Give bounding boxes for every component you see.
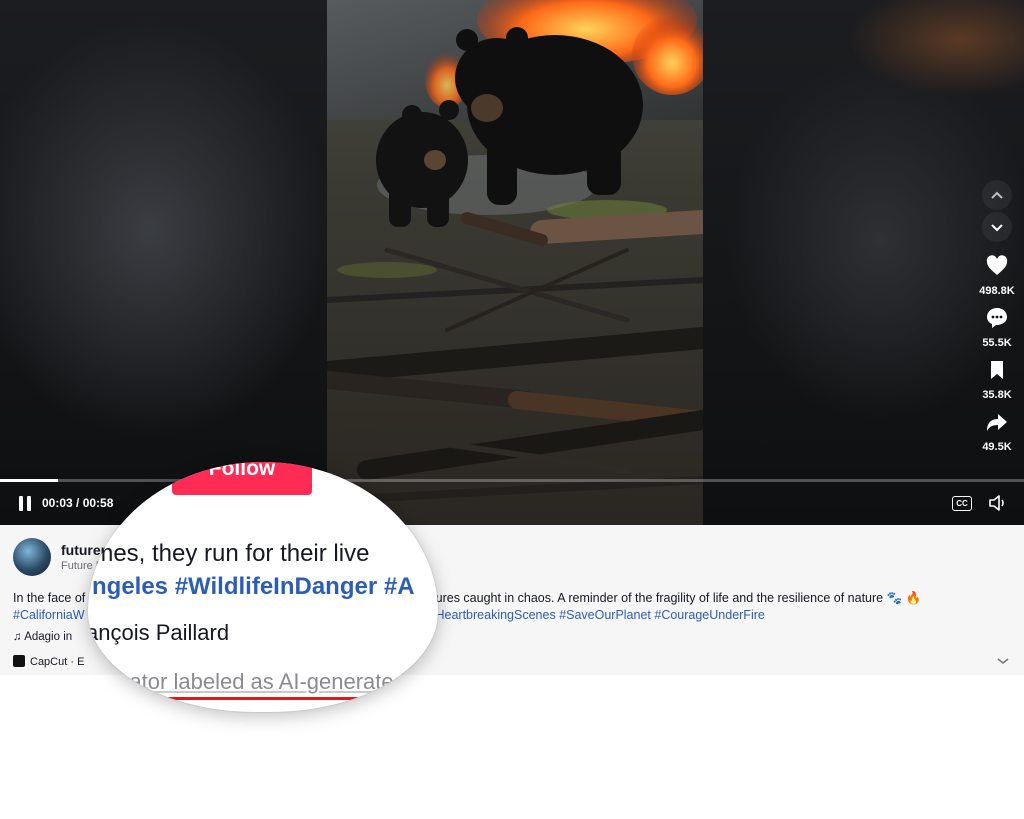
avatar[interactable] <box>13 538 51 576</box>
capcut-link[interactable]: CapCut · E <box>13 655 84 668</box>
volume-button[interactable] <box>988 494 1008 512</box>
like-count: 498.8K <box>979 285 1015 297</box>
zoomed-caption: imes, they run for their live <box>88 540 370 567</box>
zoomed-hashtags[interactable]: ngeles #WildlifeInDanger #A <box>92 573 415 601</box>
video-frame[interactable] <box>327 0 703 525</box>
description-start: In the face of <box>13 591 86 605</box>
bookmark-icon <box>991 361 1003 379</box>
music-note-icon: ♫ <box>13 631 22 643</box>
progress-bar[interactable] <box>0 479 1024 482</box>
comment-button[interactable]: 55.5K <box>972 306 1022 349</box>
hashtag-links[interactable]: #HeartbreakingScenes #SaveOurPlanet #Cou… <box>429 608 765 622</box>
like-button[interactable]: 498.8K <box>972 254 1022 297</box>
music-link[interactable]: ♫ Adagio in <box>13 631 72 643</box>
video-scene <box>327 0 703 525</box>
capcut-label: CapCut · E <box>30 656 85 668</box>
hashtag-link[interactable]: #CaliforniaW <box>13 608 85 622</box>
ai-generated-label[interactable]: Creator labeled as AI-generated <box>94 669 406 695</box>
comment-icon <box>987 308 1007 328</box>
description-end: eatures caught in chaos. A reminder of t… <box>418 591 922 605</box>
volume-icon <box>989 495 1004 511</box>
video-player[interactable]: 498.8K 55.5K 35.8K 49.5K 00:03 / 00:58 C… <box>0 0 1024 525</box>
music-title: Adagio in <box>24 631 73 643</box>
chevron-up-icon <box>991 191 1003 199</box>
expand-chevron-icon[interactable] <box>996 656 1010 666</box>
comment-count: 55.5K <box>982 337 1012 349</box>
save-button[interactable]: 35.8K <box>972 358 1022 401</box>
progress-fill <box>0 479 59 482</box>
previous-video-button[interactable] <box>982 180 1012 210</box>
pause-button[interactable] <box>16 494 36 514</box>
save-count: 35.8K <box>982 389 1012 401</box>
pause-icon <box>19 496 23 511</box>
next-video-button[interactable] <box>982 212 1012 242</box>
heart-icon <box>986 255 1008 275</box>
captions-button[interactable]: CC <box>952 496 972 511</box>
highlight-underline <box>92 697 428 700</box>
share-button[interactable]: 49.5K <box>972 410 1022 453</box>
share-count: 49.5K <box>982 441 1012 453</box>
follow-button[interactable]: Follow <box>172 462 312 495</box>
capcut-icon <box>13 655 25 667</box>
zoomed-music-credit: ançois Paillard <box>88 620 230 645</box>
chevron-down-icon <box>991 224 1003 232</box>
share-icon <box>987 414 1007 431</box>
time-display: 00:03 / 00:58 <box>42 496 114 510</box>
